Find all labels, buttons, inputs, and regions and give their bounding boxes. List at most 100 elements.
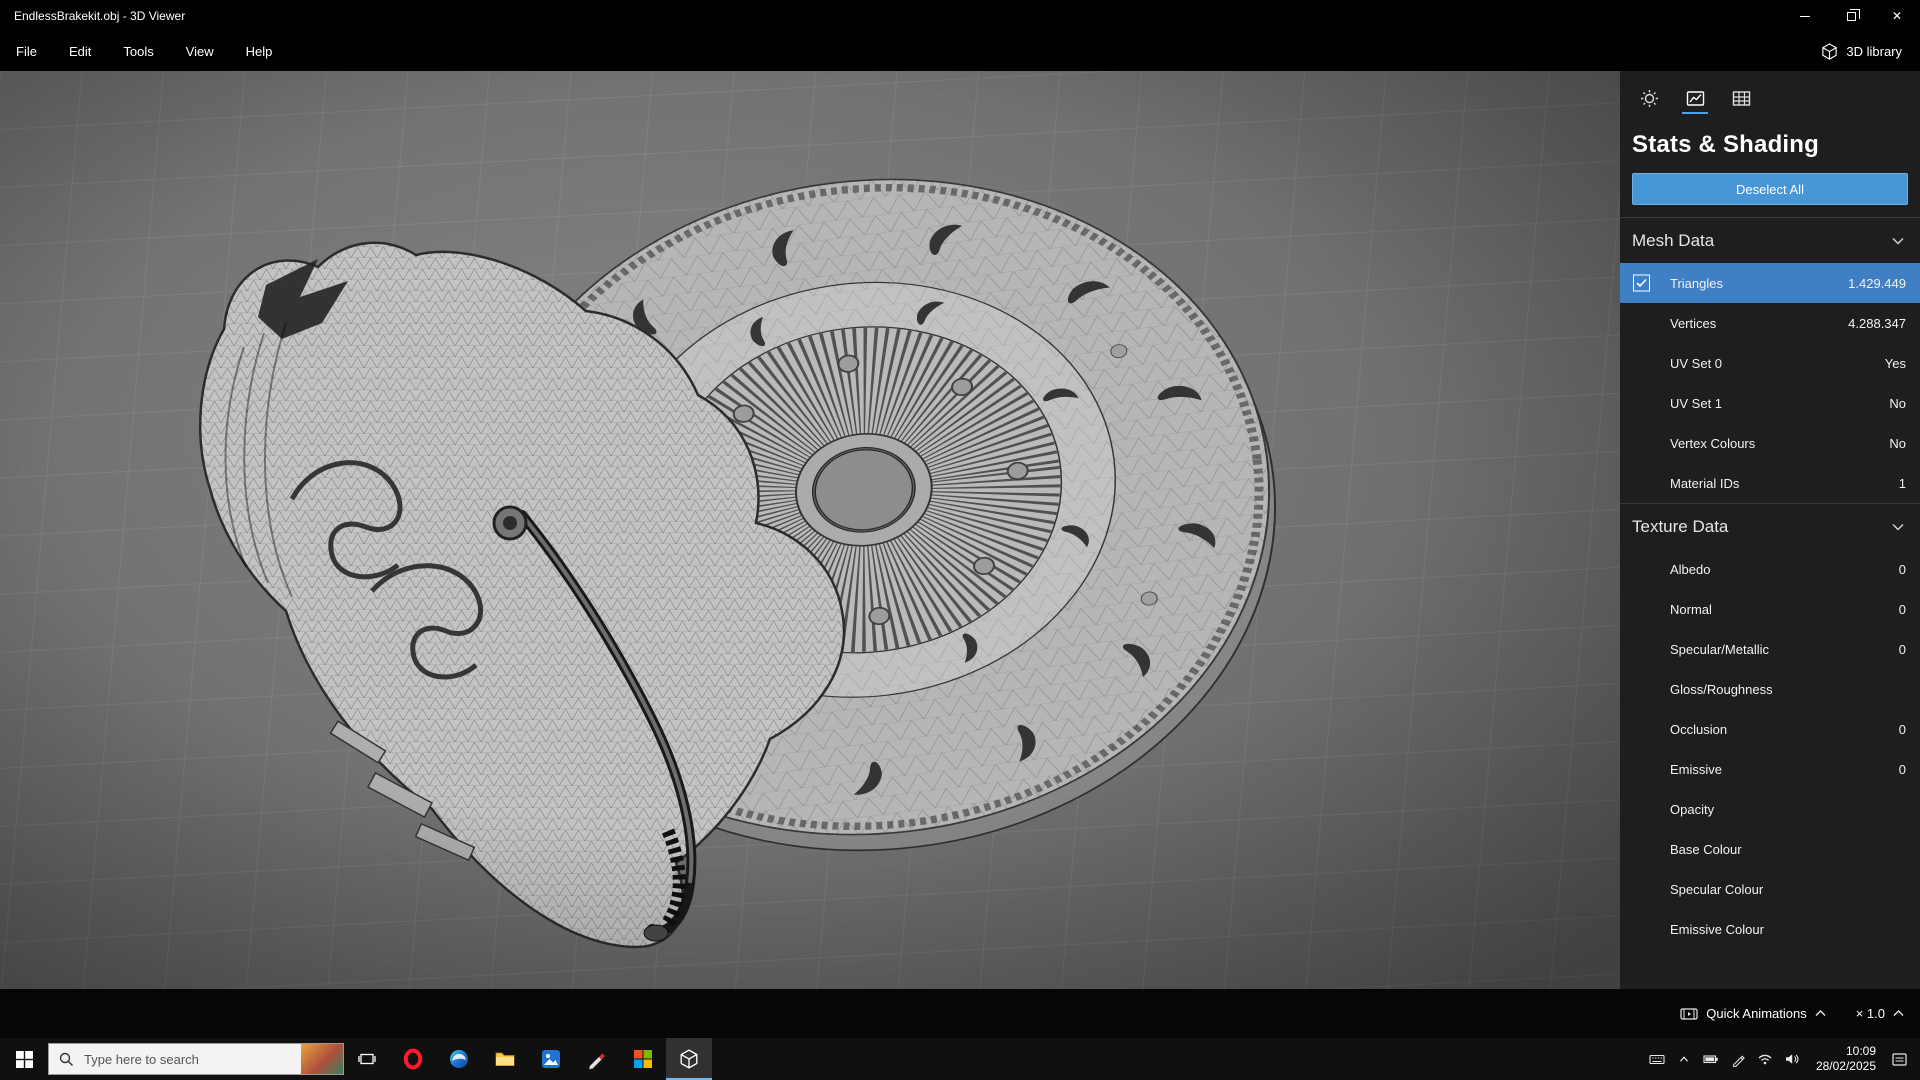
action-center-button[interactable] — [1886, 1038, 1913, 1080]
system-tray: 10:09 28/02/2025 — [1644, 1038, 1920, 1080]
close-icon: ✕ — [1891, 9, 1903, 23]
row-specular-colour[interactable]: Specular Colour — [1620, 869, 1920, 909]
pen-app-icon — [584, 1046, 610, 1072]
menu-file[interactable]: File — [0, 32, 53, 71]
stats-shading-panel: Stats & Shading Deselect All Mesh Data T… — [1620, 71, 1920, 989]
row-triangles[interactable]: Triangles 1.429.449 — [1620, 263, 1920, 303]
row-uv-set-0[interactable]: UV Set 0 Yes — [1620, 343, 1920, 383]
stat-label: Gloss/Roughness — [1670, 681, 1773, 697]
row-occlusion[interactable]: Occlusion 0 — [1620, 709, 1920, 749]
minimize-icon — [1800, 15, 1810, 17]
row-emissive[interactable]: Emissive 0 — [1620, 749, 1920, 789]
row-vertex-colours[interactable]: Vertex Colours No — [1620, 423, 1920, 463]
stat-value: No — [1889, 395, 1906, 411]
taskbar: 10:09 28/02/2025 — [0, 1038, 1920, 1080]
wifi-icon[interactable] — [1752, 1038, 1779, 1080]
start-button[interactable] — [0, 1038, 48, 1080]
quick-animations-control[interactable]: Quick Animations — [1680, 1006, 1826, 1021]
deselect-all-button[interactable]: Deselect All — [1632, 173, 1908, 205]
stat-label: Occlusion — [1670, 721, 1728, 737]
stat-value: 0 — [1898, 601, 1906, 617]
task-view-icon — [358, 1053, 376, 1065]
stat-value: 1.429.449 — [1848, 275, 1906, 291]
restore-icon — [1846, 8, 1860, 21]
playback-speed-control[interactable]: × 1.0 — [1856, 1006, 1904, 1021]
row-vertices[interactable]: Vertices 4.288.347 — [1620, 303, 1920, 343]
row-gloss-roughness[interactable]: Gloss/Roughness — [1620, 669, 1920, 709]
row-opacity[interactable]: Opacity — [1620, 789, 1920, 829]
battery-icon[interactable] — [1698, 1038, 1725, 1080]
panel-title: Stats & Shading — [1632, 131, 1820, 158]
menu-edit[interactable]: Edit — [53, 32, 107, 71]
scene-3d — [0, 71, 1620, 989]
stat-value: No — [1889, 435, 1906, 451]
quick-animations-icon — [1680, 1007, 1698, 1020]
close-button[interactable]: ✕ — [1874, 0, 1920, 32]
checkmark-icon — [1636, 278, 1647, 288]
menu-view[interactable]: View — [170, 32, 230, 71]
taskbar-3d-viewer[interactable] — [666, 1038, 712, 1080]
playback-speed-label: × 1.0 — [1855, 1006, 1885, 1021]
3d-library-label: 3D library — [1846, 44, 1902, 59]
taskbar-store-app[interactable] — [620, 1038, 666, 1080]
content: Stats & Shading Deselect All Mesh Data T… — [0, 71, 1920, 989]
grid-table-icon — [1732, 90, 1750, 106]
triangles-checkbox[interactable] — [1633, 274, 1650, 292]
menu-help[interactable]: Help — [230, 32, 289, 71]
pen-tray-icon[interactable] — [1725, 1038, 1752, 1080]
stat-label: Specular Colour — [1670, 881, 1764, 897]
row-material-ids[interactable]: Material IDs 1 — [1620, 463, 1920, 503]
taskbar-pen-app[interactable] — [574, 1038, 620, 1080]
row-uv-set-1[interactable]: UV Set 1 No — [1620, 383, 1920, 423]
search-input[interactable] — [78, 1051, 301, 1067]
taskbar-edge[interactable] — [436, 1038, 482, 1080]
mesh-data-header[interactable]: Mesh Data — [1620, 217, 1920, 263]
taskbar-opera[interactable] — [390, 1038, 436, 1080]
status-bar: Quick Animations × 1.0 — [0, 989, 1920, 1038]
tab-environment[interactable] — [1630, 83, 1668, 119]
taskbar-search[interactable] — [48, 1043, 344, 1075]
taskbar-photos-app[interactable] — [528, 1038, 574, 1080]
window-title: EndlessBrakekit.obj - 3D Viewer — [14, 9, 186, 23]
stat-label: Albedo — [1670, 561, 1711, 577]
search-icon — [49, 1052, 78, 1067]
caption-buttons: ✕ — [1782, 0, 1920, 32]
stat-label: Base Colour — [1670, 841, 1742, 857]
stat-label: Emissive — [1670, 761, 1723, 777]
taskbar-clock[interactable]: 10:09 28/02/2025 — [1806, 1044, 1886, 1074]
taskbar-file-explorer[interactable] — [482, 1038, 528, 1080]
minimize-button[interactable] — [1782, 0, 1828, 32]
row-normal[interactable]: Normal 0 — [1620, 589, 1920, 629]
stat-label: Specular/Metallic — [1670, 641, 1769, 657]
row-albedo[interactable]: Albedo 0 — [1620, 549, 1920, 589]
touch-keyboard-icon[interactable] — [1644, 1038, 1671, 1080]
tab-stats-shading[interactable] — [1676, 83, 1714, 119]
restore-button[interactable] — [1828, 0, 1874, 32]
stat-value: 0 — [1898, 721, 1906, 737]
3d-library-button[interactable]: 3D library — [1803, 32, 1920, 71]
row-emissive-colour[interactable]: Emissive Colour — [1620, 909, 1920, 949]
stat-label: Vertices — [1670, 315, 1717, 331]
viewport[interactable] — [0, 71, 1620, 989]
3d-viewer-cube-icon — [676, 1046, 702, 1072]
clock-time: 10:09 — [1845, 1044, 1876, 1058]
row-base-colour[interactable]: Base Colour — [1620, 829, 1920, 869]
file-explorer-icon — [492, 1046, 518, 1072]
stat-label: Opacity — [1670, 801, 1715, 817]
volume-icon[interactable] — [1779, 1038, 1806, 1080]
stat-label: UV Set 1 — [1670, 395, 1723, 411]
texture-data-header[interactable]: Texture Data — [1620, 503, 1920, 549]
titlebar: EndlessBrakekit.obj - 3D Viewer ✕ — [0, 0, 1920, 32]
row-specular-metallic[interactable]: Specular/Metallic 0 — [1620, 629, 1920, 669]
search-highlight-thumbnail[interactable] — [301, 1044, 343, 1074]
tab-grid[interactable] — [1722, 83, 1760, 119]
task-view-button[interactable] — [344, 1038, 390, 1080]
chevron-down-icon — [1892, 237, 1904, 245]
viewport-vignette — [0, 71, 1620, 989]
tray-chevron-up-icon[interactable] — [1671, 1038, 1698, 1080]
stat-value: 0 — [1898, 761, 1906, 777]
mesh-data-rows: Triangles 1.429.449 Vertices 4.288.347 U… — [1620, 263, 1920, 503]
photos-app-icon — [538, 1046, 564, 1072]
menu-tools[interactable]: Tools — [107, 32, 169, 71]
chevron-up-icon — [1893, 1010, 1904, 1016]
